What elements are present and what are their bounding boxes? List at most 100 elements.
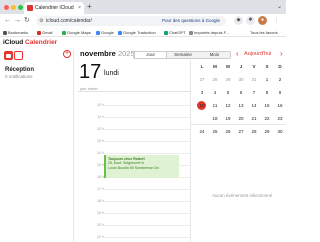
gmail-icon: [37, 30, 41, 35]
divider: [191, 124, 286, 125]
hour-line: [102, 141, 190, 142]
month-year-title: novembre 2025: [80, 49, 135, 59]
folder-icon: [189, 30, 193, 35]
hour-line: [102, 201, 190, 202]
previous-day-button[interactable]: ‹: [236, 49, 239, 59]
inbox-title: Réception: [5, 67, 35, 73]
mini-day[interactable]: 7: [249, 88, 259, 98]
mini-day[interactable]: 25: [210, 127, 220, 137]
mini-day[interactable]: 10: [197, 101, 207, 111]
mini-day[interactable]: 8: [262, 88, 272, 98]
menu-kebab-icon[interactable]: ⋮: [272, 16, 281, 25]
mini-day-today[interactable]: 17: [197, 114, 207, 124]
mini-day[interactable]: 22: [262, 114, 272, 124]
mini-day[interactable]: 30: [236, 75, 246, 85]
mini-day[interactable]: 29: [223, 75, 233, 85]
zoom-window-icon[interactable]: [18, 5, 23, 10]
notifications-count: 0 notifications: [5, 74, 33, 79]
mini-day[interactable]: 11: [210, 101, 220, 111]
site-info-icon[interactable]: ⚙: [39, 16, 43, 26]
inbox-icon[interactable]: [14, 51, 23, 60]
mini-day[interactable]: 29: [262, 127, 272, 137]
mini-day[interactable]: 26: [223, 127, 233, 137]
weekday-label: J: [239, 64, 243, 69]
maps-icon: [62, 30, 66, 35]
app-header: iCloud Calendrier: [0, 37, 286, 49]
weekday-header-row: L M M J V S D: [195, 62, 285, 72]
mini-day[interactable]: 18: [210, 114, 220, 124]
day-number: 17: [79, 61, 102, 83]
calendars-icon[interactable]: [4, 51, 13, 60]
reload-icon[interactable]: ↻: [24, 16, 30, 26]
mini-day[interactable]: 12: [223, 101, 233, 111]
browser-toolbar: ← → ↻ ⚙ icloud.com/calendar/ Pour des qu…: [0, 14, 286, 28]
profile-avatar[interactable]: ●: [258, 16, 267, 25]
address-bar[interactable]: ⚙ icloud.com/calendar/ Pour des question…: [36, 16, 226, 26]
extension-icon[interactable]: ◆: [234, 16, 243, 25]
bookmark-icon: [3, 30, 7, 35]
mini-day[interactable]: 1: [262, 75, 272, 85]
mini-day[interactable]: 15: [262, 101, 272, 111]
tab-month[interactable]: Mois: [199, 52, 230, 58]
mini-day[interactable]: 27: [236, 127, 246, 137]
bookmark-item[interactable]: ChatGPT: [164, 28, 186, 37]
url-text: icloud.com/calendar/: [46, 18, 92, 24]
add-event-button[interactable]: +: [63, 50, 71, 58]
bookmark-item[interactable]: Google Maps: [62, 28, 91, 37]
mini-day[interactable]: 21: [249, 114, 259, 124]
calendar-event[interactable]: Toujours chez Robert 26, bout. Seigneure…: [104, 155, 179, 178]
mini-day[interactable]: 31: [249, 75, 259, 85]
tab-title: Calendrier iCloud: [35, 5, 74, 11]
event-location-line: Louis Boudin 69 Sombernon Dn: [108, 165, 159, 170]
mini-day[interactable]: 23: [275, 114, 285, 124]
google-icon: [96, 30, 100, 35]
puzzle-icon[interactable]: ✱: [246, 16, 255, 25]
mini-day[interactable]: 16: [275, 101, 285, 111]
app-brand: iCloud Calendrier: [3, 37, 57, 49]
google-promo-link[interactable]: Pour des questions à Google: [162, 16, 220, 26]
tab-close-icon[interactable]: ×: [78, 2, 81, 14]
tab-day[interactable]: Jour: [134, 52, 168, 58]
today-button[interactable]: Aujourd'hui: [244, 51, 271, 57]
weekday-label: M: [213, 64, 217, 69]
mini-day[interactable]: 27: [197, 75, 207, 85]
mini-day[interactable]: 9: [275, 88, 285, 98]
back-arrow-icon[interactable]: ←: [4, 16, 11, 26]
translate-icon: [118, 30, 122, 35]
mini-day[interactable]: 28: [249, 127, 259, 137]
mini-day[interactable]: 14: [249, 101, 259, 111]
mini-day[interactable]: 20: [236, 114, 246, 124]
brand-icloud: iCloud: [3, 39, 24, 46]
tab-week[interactable]: Semaine: [167, 52, 198, 58]
tab-list-chevron-icon[interactable]: ⌄: [277, 3, 282, 10]
sidebar: + Réception 0 notifications: [0, 49, 74, 242]
bookmarks-bar: Bookmarks Gmail Google Maps Google Googl…: [0, 28, 286, 37]
bookmark-item[interactable]: Google Traduction: [118, 28, 156, 37]
mini-day[interactable]: 2: [275, 75, 285, 85]
mini-day[interactable]: 5: [223, 88, 233, 98]
next-day-button[interactable]: ›: [280, 49, 283, 59]
new-tab-button[interactable]: +: [87, 2, 92, 12]
weekday-label: V: [252, 64, 256, 69]
bookmark-item[interactable]: Google: [96, 28, 114, 37]
all-bookmarks-folder[interactable]: Tous les favoris: [250, 28, 278, 37]
mini-day[interactable]: 13: [236, 101, 246, 111]
mini-day[interactable]: 30: [275, 127, 285, 137]
weekday-label: M: [226, 64, 230, 69]
bookmark-item[interactable]: Gmail: [37, 28, 52, 37]
bookmark-folder[interactable]: Importés depuis F...: [189, 28, 229, 37]
mini-day[interactable]: 28: [210, 75, 220, 85]
bookmark-item[interactable]: Bookmarks: [3, 28, 28, 37]
forward-arrow-icon[interactable]: →: [14, 16, 21, 26]
close-window-icon[interactable]: [4, 5, 9, 10]
mini-day[interactable]: 6: [236, 88, 246, 98]
browser-tab[interactable]: Calendrier iCloud ×: [24, 2, 84, 14]
mini-day[interactable]: 19: [223, 114, 233, 124]
hour-line: [102, 189, 190, 190]
mini-day[interactable]: 4: [210, 88, 220, 98]
chatgpt-icon: [164, 30, 168, 35]
mini-day[interactable]: 3: [197, 88, 207, 98]
mini-day[interactable]: 24: [197, 127, 207, 137]
hour-line: [102, 237, 190, 238]
minimize-window-icon[interactable]: [11, 5, 16, 10]
